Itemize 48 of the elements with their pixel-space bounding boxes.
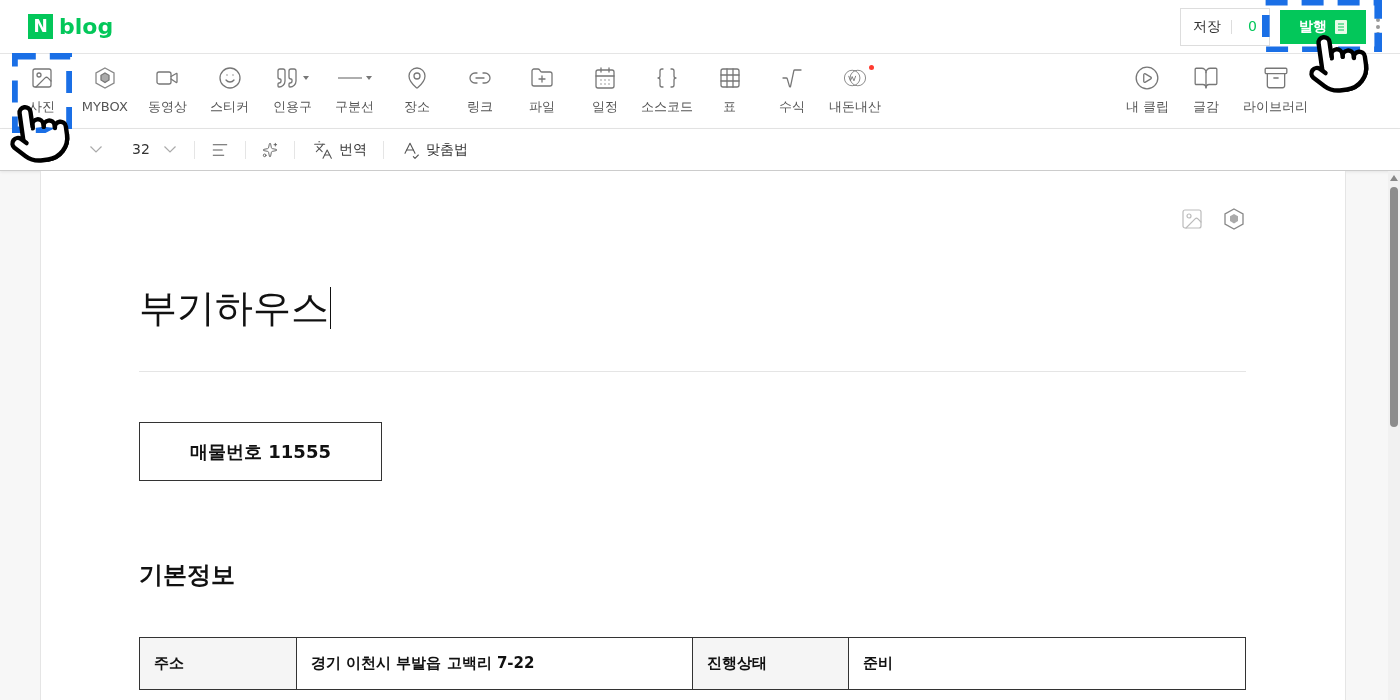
quote-icon [275, 66, 300, 91]
toolbar-button[interactable]: 내돈내산 [823, 59, 886, 123]
grid-icon [717, 66, 742, 91]
listing-number-box: 매물번호 11555 [139, 422, 382, 481]
cube-icon [92, 66, 117, 91]
photo-icon [30, 66, 55, 91]
toolbar-button[interactable]: 파일 [511, 59, 574, 123]
cube-icon[interactable] [1222, 207, 1246, 231]
photo-icon[interactable] [1180, 207, 1204, 231]
toolbar-button[interactable]: MYBOX [73, 59, 136, 123]
toolbar-button[interactable]: 스티커 [198, 59, 261, 123]
spellcheck-button[interactable]: 맞춤법 [399, 139, 468, 160]
toolbar-button[interactable]: 장소 [386, 59, 449, 123]
table-cell: 경기 이천시 부발읍 고백리 7-22 [297, 638, 693, 690]
table-header-cell: 진행상태 [693, 638, 849, 690]
toolbar-button[interactable]: 라이브러리 [1231, 59, 1320, 123]
scrollbar[interactable] [1388, 171, 1400, 700]
caret-icon [303, 76, 310, 81]
sparkle-icon[interactable] [261, 141, 278, 158]
toolbar-button[interactable]: 글감 [1181, 59, 1231, 123]
translate-icon [312, 139, 333, 160]
smiley-icon [217, 66, 242, 91]
save-button[interactable]: 저장 0 [1180, 7, 1270, 46]
toolbar-button[interactable]: 일정 [573, 59, 636, 123]
logo-text: blog [59, 15, 114, 38]
post-title[interactable]: 부기하우스 [139, 289, 329, 327]
table-header-cell: 주소 [140, 638, 297, 690]
toolbar-button[interactable]: 구분선 [323, 59, 386, 123]
toolbar-button[interactable]: 표 [698, 59, 761, 123]
toolbar-button[interactable]: 동영상 [136, 59, 199, 123]
translate-button[interactable]: 번역 [312, 139, 367, 160]
logo-mark: N [28, 14, 53, 39]
section-heading: 기본정보 [139, 560, 236, 591]
toolbar-button[interactable]: 링크 [448, 59, 511, 123]
font-size-dropdown[interactable]: 32 [132, 139, 176, 160]
toolbar-button[interactable]: 소스코드 [636, 59, 699, 123]
caret-icon [365, 76, 372, 81]
calendar-icon [592, 66, 617, 91]
toolbar-button[interactable]: 인용구 [261, 59, 324, 123]
play-circle-icon [1134, 65, 1161, 92]
chevron-down-icon[interactable] [163, 146, 176, 153]
toolbar-button[interactable]: 내 클립 [1113, 59, 1181, 123]
toolbar-button[interactable]: 수식 [761, 59, 824, 123]
table-cell: 준비 [849, 638, 1246, 690]
scroll-up-arrow-icon[interactable] [1390, 175, 1398, 181]
document-icon [1335, 19, 1347, 34]
chevron-down-icon[interactable] [90, 146, 102, 153]
line-icon [337, 77, 362, 80]
